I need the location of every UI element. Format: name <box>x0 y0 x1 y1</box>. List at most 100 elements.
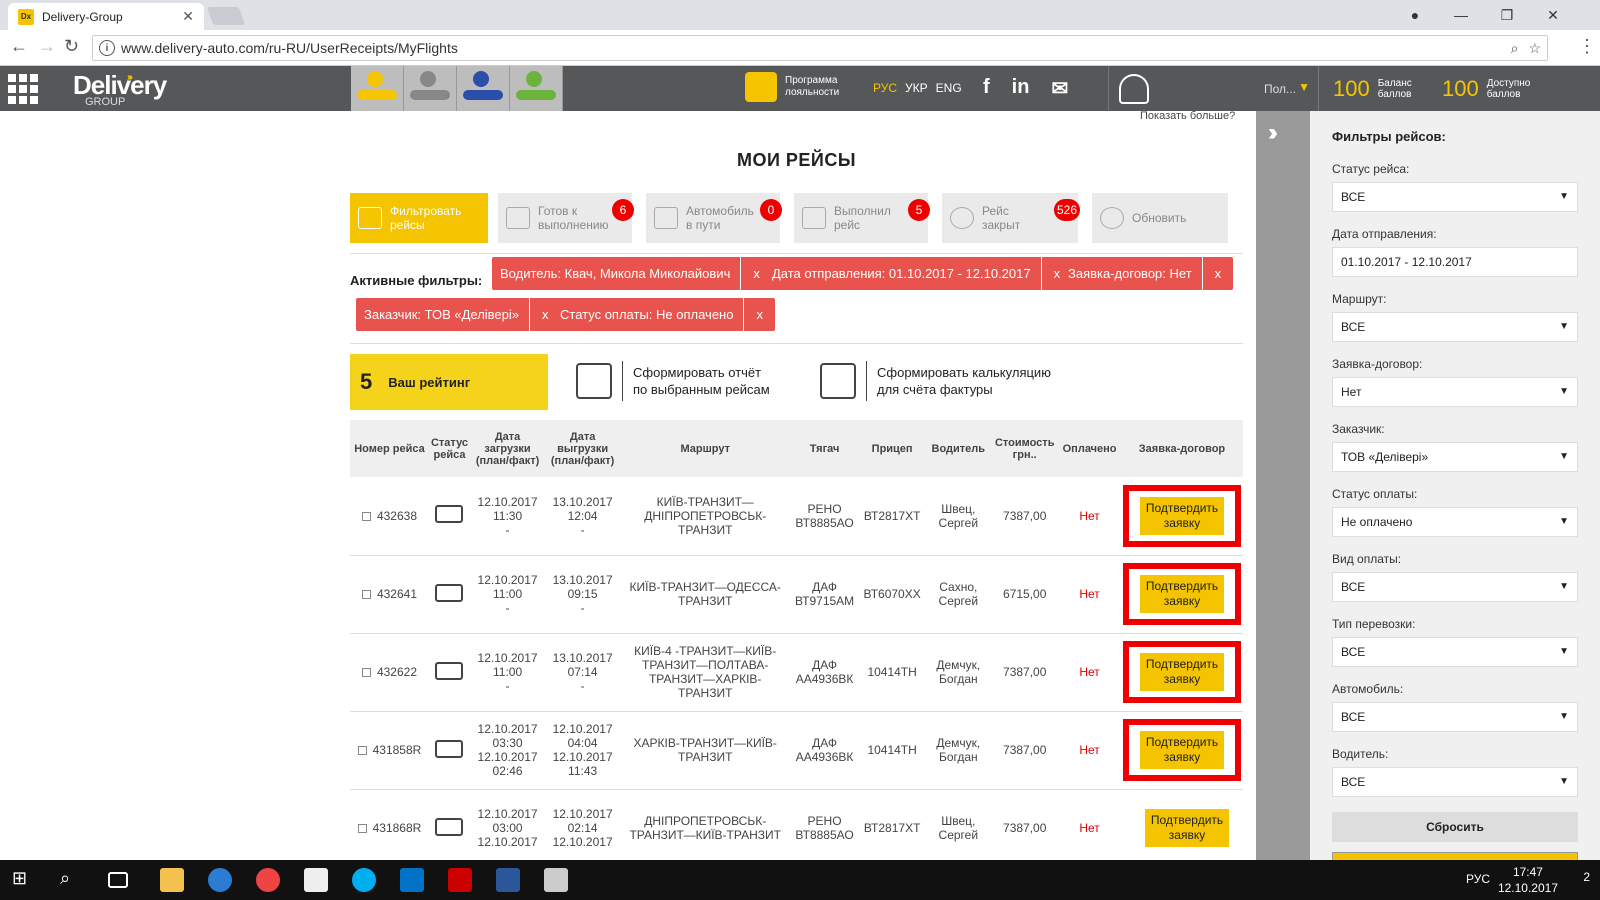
new-tab-button[interactable] <box>206 7 246 25</box>
chevron-down-icon[interactable]: ▼ <box>1298 80 1310 94</box>
mail-icon[interactable]: ✉ <box>1051 76 1068 101</box>
lang-uk[interactable]: УКР <box>905 81 928 95</box>
facebook-icon[interactable]: f <box>983 76 990 101</box>
remove-filter-button[interactable]: x <box>743 298 775 331</box>
loyalty-program-link[interactable]: Программа лояльности <box>745 72 839 102</box>
col-contract[interactable]: Заявка-договор <box>1120 420 1243 477</box>
filter-select[interactable]: ВСЕ ▼ <box>1332 637 1578 667</box>
unload-date: 12.10.2017 04:04 12.10.2017 11:43 <box>545 711 621 790</box>
driver: Швец, Сергей <box>925 477 992 556</box>
filter-flights-button[interactable]: Фильтровать рейсы <box>350 193 488 243</box>
chevron-down-icon: ▼ <box>1559 386 1569 397</box>
flight-number-cell: 431858R <box>350 711 429 790</box>
back-icon[interactable]: ← <box>10 36 28 57</box>
table-row[interactable]: 432622 12.10.2017 11:00 -13.10.2017 07:14… <box>350 633 1243 712</box>
table-row[interactable]: 431868R 12.10.2017 03:00 12.10.2017 12.10.… <box>350 789 1243 860</box>
clock-date: 12.10.2017 <box>1497 881 1558 895</box>
maximize-button[interactable]: ❐ <box>1484 0 1530 30</box>
bookmark-star-icon[interactable]: ☆ <box>1528 40 1541 57</box>
file-explorer-icon[interactable] <box>160 868 184 892</box>
input-language[interactable]: РУС <box>1466 872 1490 886</box>
lang-ru[interactable]: РУС <box>873 81 897 95</box>
table-row[interactable]: 432641 12.10.2017 11:00 -13.10.2017 09:15… <box>350 555 1243 634</box>
close-tab-icon[interactable]: ✕ <box>182 8 194 25</box>
user-menu[interactable]: Пол... ▼ <box>1108 66 1318 111</box>
filter-select[interactable]: ВСЕ ▼ <box>1332 702 1578 732</box>
windows-start-icon[interactable]: ⊞ <box>12 868 36 892</box>
completed-button[interactable]: Выполнил рейс 5 <box>794 193 930 243</box>
minimize-button[interactable]: — <box>1438 0 1484 30</box>
sidebar-toggle[interactable]: ›› <box>1256 111 1310 860</box>
profile-icon[interactable]: ● <box>1392 0 1438 30</box>
reload-icon[interactable]: ↻ <box>64 36 79 57</box>
remove-filter-button[interactable]: x <box>1201 257 1234 290</box>
chip-text: Статус оплаты: Не оплачено <box>560 307 734 322</box>
ready-button[interactable]: Готов к выполнению 6 <box>498 193 634 243</box>
confirm-request-button[interactable]: Подтвердить заявку <box>1140 496 1224 535</box>
acrobat-icon[interactable] <box>448 868 472 892</box>
truck-moving-icon <box>654 207 678 229</box>
status-label: Выполнил <box>834 204 891 218</box>
row-checkbox[interactable] <box>361 668 371 678</box>
skype-icon[interactable] <box>352 868 376 892</box>
calculation-action[interactable]: Сформировать калькуляцию для счёта фактур… <box>820 361 1051 401</box>
outlook-icon[interactable] <box>400 868 424 892</box>
browser-tab[interactable]: Dx Delivery-Group ✕ <box>8 3 204 30</box>
col-trailer[interactable]: Прицеп <box>858 420 926 477</box>
confirm-request-button[interactable]: Подтвердить заявку <box>1140 731 1224 769</box>
photos-icon[interactable] <box>544 868 568 892</box>
closed-button[interactable]: Рейс закрыт 526 <box>942 193 1080 243</box>
table-row[interactable]: 431858R 12.10.2017 03:30 12.10.2017 02:46… <box>350 711 1243 790</box>
filter-select[interactable]: ТОВ «Делівері» ▼ <box>1332 442 1578 472</box>
col-paid[interactable]: Оплачено <box>1058 420 1121 477</box>
filter-select[interactable]: Не оплачено ▼ <box>1332 507 1578 537</box>
task-view-icon[interactable] <box>108 872 128 888</box>
notifications-icon[interactable]: 2 <box>1583 870 1590 884</box>
row-checkbox[interactable] <box>357 824 367 834</box>
col-route[interactable]: Маршрут <box>620 420 791 477</box>
report-action[interactable]: Сформировать отчёт по выбранным рейсам <box>576 361 770 401</box>
reset-button[interactable]: Сбросить <box>1332 812 1578 842</box>
chrome-icon[interactable] <box>256 868 280 892</box>
row-checkbox[interactable] <box>357 746 367 756</box>
col-status[interactable]: Статус рейса <box>428 420 471 477</box>
refresh-button[interactable]: Обновить <box>1092 193 1228 243</box>
col-cost[interactable]: Стоимость грн.. <box>991 420 1059 477</box>
filter-select[interactable]: ВСЕ ▼ <box>1332 312 1578 342</box>
word-icon[interactable] <box>496 868 520 892</box>
col-driver[interactable]: Водитель <box>925 420 992 477</box>
row-checkbox[interactable] <box>361 512 371 522</box>
zoom-icon[interactable]: ⌕ <box>1511 40 1519 57</box>
rating-box: 5 Ваш рейтинг <box>350 354 548 410</box>
col-load-date[interactable]: Дата загрузки (план/факт) <box>470 420 546 477</box>
search-icon[interactable]: ⌕ <box>60 868 84 892</box>
confirm-request-button[interactable]: Подтвердить заявку <box>1145 809 1229 847</box>
chain-link-yellow <box>351 66 404 111</box>
chain-banner[interactable] <box>351 66 563 111</box>
site-logo[interactable]: Delivery ››› GROUP <box>73 70 167 108</box>
close-window-button[interactable]: ✕ <box>1530 0 1576 30</box>
apps-grid-icon[interactable] <box>8 74 38 104</box>
in-transit-button[interactable]: Автомобиль в пути 0 <box>646 193 782 243</box>
lang-en[interactable]: ENG <box>936 81 962 95</box>
col-number[interactable]: Номер рейса <box>350 420 429 477</box>
confirm-request-button[interactable]: Подтвердить заявку <box>1140 653 1224 691</box>
table-row[interactable]: 432638 12.10.2017 11:30 -13.10.2017 12:04… <box>350 477 1243 556</box>
col-tractor[interactable]: Тягач <box>790 420 859 477</box>
forward-icon[interactable]: → <box>38 36 56 57</box>
date-range-input[interactable]: 01.10.2017 - 12.10.2017 <box>1332 247 1578 277</box>
confirm-request-button[interactable]: Подтвердить заявку <box>1140 575 1224 613</box>
url-input[interactable]: i www.delivery-auto.com/ru-RU/UserReceip… <box>92 35 1548 61</box>
filter-select[interactable]: ВСЕ ▼ <box>1332 182 1578 212</box>
info-icon[interactable]: i <box>99 40 115 56</box>
row-checkbox[interactable] <box>361 590 371 600</box>
clock[interactable]: 17:47 12.10.2017 <box>1498 864 1558 896</box>
linkedin-icon[interactable]: in <box>1012 76 1030 101</box>
menu-icon[interactable]: ⋮ <box>1578 36 1596 57</box>
internet-explorer-icon[interactable] <box>208 868 232 892</box>
filter-select[interactable]: ВСЕ ▼ <box>1332 572 1578 602</box>
col-unload-date[interactable]: Дата выгрузки (план/факт) <box>545 420 621 477</box>
mail-app-icon[interactable] <box>304 868 328 892</box>
filter-select[interactable]: Нет ▼ <box>1332 377 1578 407</box>
filter-select[interactable]: ВСЕ ▼ <box>1332 767 1578 797</box>
